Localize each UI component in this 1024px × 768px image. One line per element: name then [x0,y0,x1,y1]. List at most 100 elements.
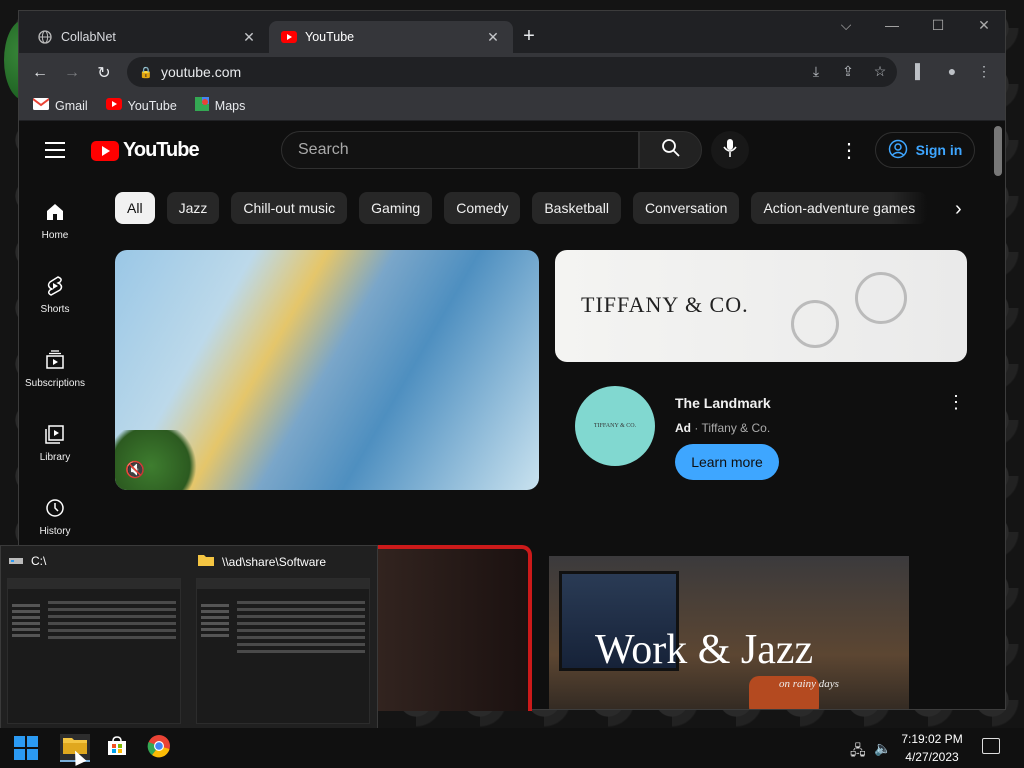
bookmarks-bar: Gmail YouTube Maps [19,91,1005,121]
search-input[interactable]: Search [281,131,639,169]
shorts-icon [19,274,91,298]
ad-banner-image[interactable]: TIFFANY & CO. [555,250,967,362]
mute-icon[interactable]: 🔇 [125,460,145,480]
preview-title: \\ad\share\Software [222,554,327,569]
youtube-masthead: YouTube Search ⋮ Sign in [19,122,1005,178]
tab-title: YouTube [305,30,355,44]
clock-date: 4/27/2023 [905,750,959,764]
guide-label: History [39,526,71,537]
learn-more-button[interactable]: Learn more [675,444,779,480]
youtube-logo[interactable]: YouTube [91,139,200,162]
network-icon[interactable]: 🖧 [850,740,866,764]
ring-image [791,300,839,348]
preview-window-share-software[interactable]: \\ad\share\Software [190,546,376,732]
forward-icon[interactable]: → [61,62,83,84]
youtube-icon [105,98,122,113]
history-icon [19,496,91,520]
back-icon[interactable]: ← [29,62,51,84]
windows-taskbar: 🖧 🔈 7:19:02 PM 4/27/2023 [0,728,1024,768]
close-tab-icon[interactable]: ✕ [241,29,257,46]
voice-search-button[interactable] [711,131,749,169]
guide-item-library[interactable]: Library [19,422,91,463]
side-panel-icon[interactable]: ▌ [911,63,929,81]
guide-label: Shorts [40,304,70,315]
bookmark-youtube[interactable]: YouTube [105,98,177,113]
guide-item-home[interactable]: Home [19,200,91,241]
guide-item-subscriptions[interactable]: Subscriptions [19,348,91,389]
profile-icon[interactable]: ● [943,63,961,81]
bookmark-gmail[interactable]: Gmail [32,98,88,113]
search-placeholder: Search [298,141,349,158]
ad-title[interactable]: The Landmark [675,395,771,411]
preview-thumbnail [196,578,370,724]
guide-label: Home [41,230,69,241]
search-icon [661,138,681,163]
chrome-icon [147,734,171,763]
tab-search-icon[interactable]: ⌵ [831,17,861,34]
preview-title: C:\ [31,554,47,568]
sign-in-button[interactable]: Sign in [875,132,975,168]
tab-strip: CollabNet ✕ YouTube ✕ + ⌵ — ☐ ✕ [19,11,1005,53]
clock-time: 7:19:02 PM [901,732,963,746]
bookmark-star-icon[interactable]: ☆ [871,63,889,81]
chrome-menu-icon[interactable]: ⋮ [975,63,993,81]
taskbar-store[interactable] [102,734,132,762]
chip-basketball[interactable]: Basketball [532,192,621,224]
reload-icon[interactable]: ↻ [93,62,115,84]
chip-all[interactable]: All [115,192,155,224]
video-thumbnail-work-jazz[interactable]: Work & Jazz on rainy days [549,556,909,709]
guide-menu-icon[interactable] [45,142,65,163]
chevron-right-icon[interactable]: › [955,198,962,221]
minimize-button[interactable]: — [877,17,907,33]
settings-menu-icon[interactable]: ⋮ [839,138,859,163]
page-scrollbar[interactable] [994,126,1002,176]
notification-center-icon[interactable] [982,738,1000,754]
search-button[interactable] [639,131,702,169]
ring-image [855,272,907,324]
tab-collabnet[interactable]: CollabNet ✕ [25,21,269,53]
install-app-icon[interactable]: ⤓ [807,63,825,81]
preview-thumbnail [7,578,181,724]
bookmark-label: Gmail [55,98,88,113]
chip-gaming[interactable]: Gaming [359,192,433,224]
ad-channel-avatar[interactable]: TIFFANY & CO. [575,386,655,466]
chip-action-adventure-games[interactable]: Action-adventure games [751,192,928,224]
guide-item-shorts[interactable]: Shorts [19,274,91,315]
volume-muted-icon[interactable]: 🔈 [874,740,891,757]
chip-chill-out-music[interactable]: Chill-out music [231,192,348,224]
tab-youtube[interactable]: YouTube ✕ [269,21,513,53]
share-icon[interactable]: ⇪ [839,63,857,81]
system-clock[interactable]: 7:19:02 PM 4/27/2023 [896,730,968,766]
folder-icon [198,554,214,569]
youtube-icon [281,29,297,45]
guide-label: Library [39,452,71,463]
ad-meta: Ad · Tiffany & Co. [675,421,770,435]
logo-wordmark: YouTube [123,139,200,161]
chip-conversation[interactable]: Conversation [632,192,740,224]
new-tab-button[interactable]: + [517,25,541,48]
bookmark-maps[interactable]: Maps [194,97,245,114]
home-icon [19,200,91,224]
chip-comedy[interactable]: Comedy [444,192,521,224]
maximize-button[interactable]: ☐ [923,17,953,34]
account-icon [888,139,908,162]
tab-title: CollabNet [61,30,116,44]
start-button[interactable] [11,734,41,762]
gmail-icon [32,98,50,113]
ad-label: Ad [675,421,691,435]
taskbar-chrome[interactable] [144,734,174,762]
ad-brand-text: TIFFANY & CO. [581,292,749,317]
address-bar[interactable]: 🔒 youtube.com [127,57,897,87]
guide-item-history[interactable]: History [19,496,91,537]
store-icon [107,735,127,761]
filter-chips: All Jazz Chill-out music Gaming Comedy B… [115,192,928,224]
drive-icon [9,554,23,568]
chip-jazz[interactable]: Jazz [166,192,220,224]
close-window-button[interactable]: ✕ [969,17,999,34]
close-tab-icon[interactable]: ✕ [485,29,501,46]
youtube-play-icon [91,140,119,161]
ad-menu-icon[interactable]: ⋮ [947,392,965,413]
preview-window-c-drive[interactable]: C:\ [1,546,187,732]
featured-video-player[interactable]: 🔇 [115,250,539,490]
microphone-icon [723,138,737,163]
